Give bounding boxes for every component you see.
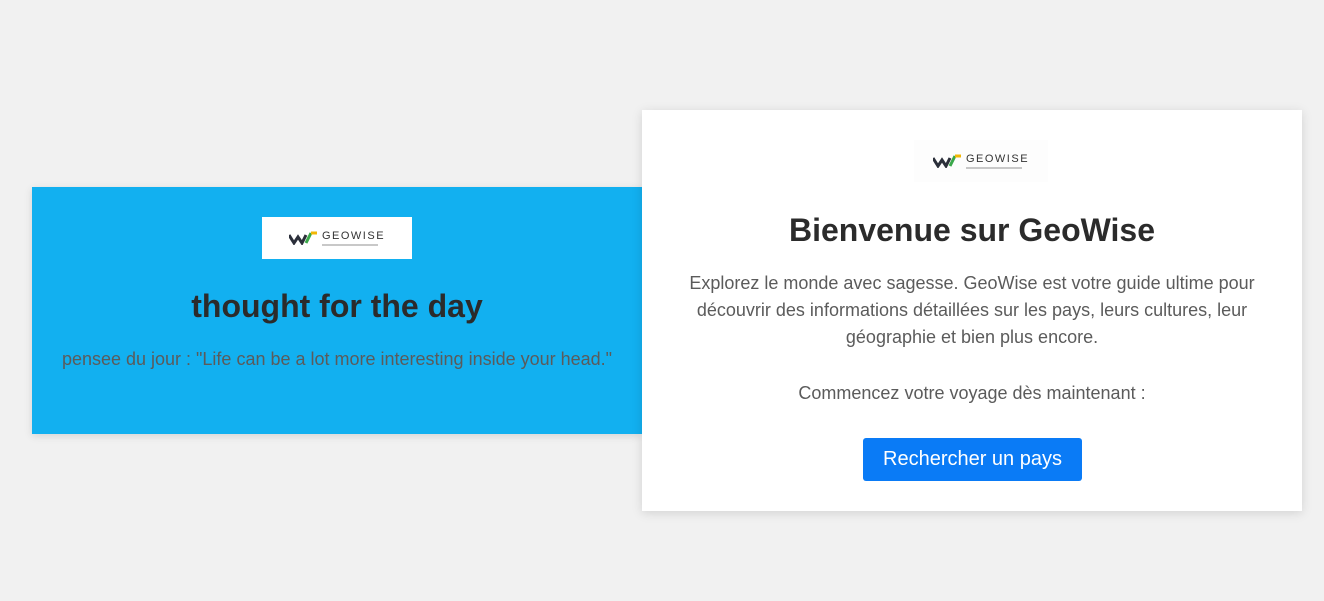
welcome-description: Explorez le monde avec sagesse. GeoWise …: [689, 273, 1255, 347]
geowise-logo: GEOWISE: [914, 140, 1048, 182]
welcome-card: GEOWISE Bienvenue sur GeoWise Explorez l…: [642, 110, 1302, 511]
card-title: thought for the day: [191, 288, 483, 324]
daily-quote: pensee du jour : "Life can be a lot more…: [61, 349, 613, 369]
geowise-logo-icon: [932, 154, 961, 168]
page: GEOWISE thought for the day pensee du jo…: [0, 0, 1324, 601]
logo-tagline: [965, 166, 1022, 169]
logo-wordmark: GEOWISE: [321, 229, 386, 242]
search-country-button[interactable]: Rechercher un pays: [863, 438, 1082, 481]
logo-tagline: [321, 243, 378, 246]
thought-of-the-day-card: GEOWISE thought for the day pensee du jo…: [32, 187, 642, 434]
geowise-logo-icon: [288, 231, 317, 245]
geowise-logo: GEOWISE: [262, 217, 412, 259]
logo-wordmark: GEOWISE: [965, 152, 1030, 165]
page-title: Bienvenue sur GeoWise: [788, 212, 1156, 248]
call-to-action-text: Commencez votre voyage dès maintenant :: [798, 383, 1146, 403]
